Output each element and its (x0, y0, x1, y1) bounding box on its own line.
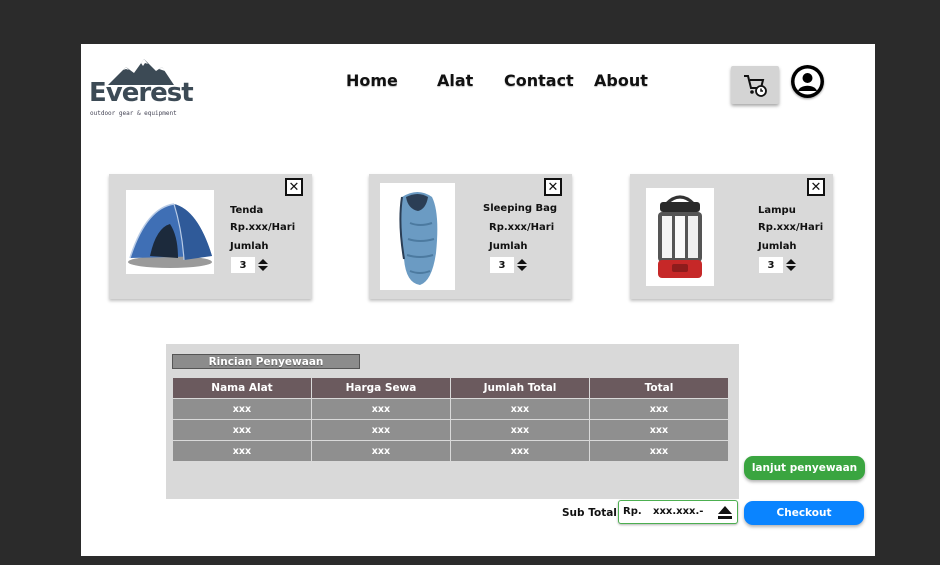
table-cell: xxx (451, 399, 589, 419)
quantity-stepper[interactable]: 3 (759, 257, 799, 273)
column-header: Total (590, 378, 728, 398)
cart-item-card: ✕ Lampu Rp.xxx/Hari Jumlah 3 (630, 174, 833, 299)
quantity-value: 3 (231, 257, 255, 273)
column-header: Nama Alat (173, 378, 311, 398)
table-cell: xxx (173, 420, 311, 440)
item-price: Rp.xxx/Hari (230, 222, 296, 233)
item-name: Lampu (758, 205, 796, 216)
cart-item-card: ✕ Tenda Rp.xxx/Hari Jumlah 3 (109, 174, 312, 299)
rental-table: Nama Alat Harga Sewa Jumlah Total Total … (172, 377, 729, 462)
eject-icon[interactable] (717, 505, 733, 520)
table-cell: xxx (451, 420, 589, 440)
quantity-stepper[interactable]: 3 (231, 257, 271, 273)
subtotal-label: Sub Total (562, 507, 617, 519)
table-cell: xxx (173, 441, 311, 461)
nav-about[interactable]: About (594, 71, 648, 90)
quantity-value: 3 (490, 257, 514, 273)
table-cell: xxx (451, 441, 589, 461)
stepper-arrows-icon[interactable] (514, 257, 530, 273)
table-cell: xxx (173, 399, 311, 419)
close-icon: ✕ (810, 179, 822, 195)
table-row: xxx xxx xxx xxx (173, 420, 728, 440)
cart-item-card: ✕ Sleeping Bag Rp.xxx/Hari Jumlah 3 (369, 174, 572, 299)
user-icon (794, 68, 821, 95)
item-name: Tenda (230, 205, 264, 216)
remove-item-button[interactable]: ✕ (285, 178, 303, 196)
subtotal-value: xxx.xxx.- (653, 506, 704, 517)
item-name: Sleeping Bag (483, 203, 558, 214)
nav-alat[interactable]: Alat (437, 71, 473, 90)
close-icon: ✕ (547, 179, 559, 195)
stepper-arrows-icon[interactable] (255, 257, 271, 273)
table-header-row: Nama Alat Harga Sewa Jumlah Total Total (173, 378, 728, 398)
item-qty-label: Jumlah (230, 241, 269, 252)
column-header: Harga Sewa (312, 378, 450, 398)
table-row: xxx xxx xxx xxx (173, 399, 728, 419)
page: Everest outdoor gear & equipment Home Al… (81, 44, 875, 556)
lantern-image (646, 188, 714, 286)
table-cell: xxx (312, 420, 450, 440)
item-qty-label: Jumlah (758, 241, 797, 252)
remove-item-button[interactable]: ✕ (807, 178, 825, 196)
rental-summary-panel: Rincian Penyewaan Nama Alat Harga Sewa J… (166, 344, 739, 499)
logo[interactable]: Everest outdoor gear & equipment (88, 56, 194, 126)
close-icon: ✕ (288, 179, 300, 195)
table-cell: xxx (312, 399, 450, 419)
item-price: Rp.xxx/Hari (758, 222, 824, 233)
subtotal-currency: Rp. (623, 506, 642, 517)
stepper-arrows-icon[interactable] (783, 257, 799, 273)
nav-contact[interactable]: Contact (504, 71, 574, 90)
continue-rental-button[interactable]: lanjut penyewaan (744, 456, 865, 480)
table-cell: xxx (590, 399, 728, 419)
summary-title: Rincian Penyewaan (172, 354, 360, 369)
logo-wordmark: Everest (89, 78, 194, 108)
checkout-button[interactable]: Checkout (744, 501, 864, 525)
logo-tagline: outdoor gear & equipment (90, 110, 177, 117)
cart-button[interactable] (731, 66, 779, 104)
user-avatar-button[interactable] (791, 65, 824, 98)
item-qty-label: Jumlah (489, 241, 528, 252)
table-cell: xxx (312, 441, 450, 461)
quantity-value: 3 (759, 257, 783, 273)
table-cell: xxx (590, 420, 728, 440)
tent-image (126, 190, 214, 274)
table-cell: xxx (590, 441, 728, 461)
item-price: Rp.xxx/Hari (489, 222, 555, 233)
cart-icon (744, 75, 767, 97)
table-row: xxx xxx xxx xxx (173, 441, 728, 461)
column-header: Jumlah Total (451, 378, 589, 398)
remove-item-button[interactable]: ✕ (544, 178, 562, 196)
nav-home[interactable]: Home (346, 71, 398, 90)
subtotal-field[interactable]: Rp. xxx.xxx.- (618, 500, 738, 524)
quantity-stepper[interactable]: 3 (490, 257, 530, 273)
sleeping-bag-image (380, 183, 455, 290)
